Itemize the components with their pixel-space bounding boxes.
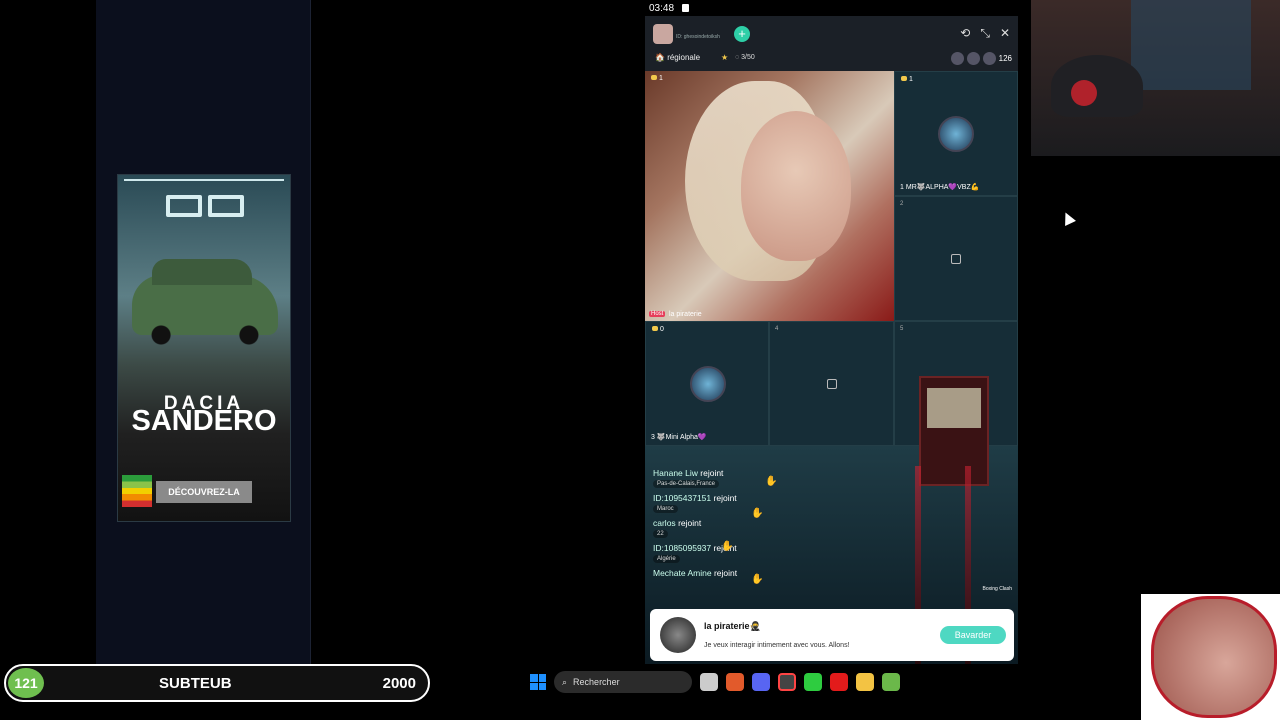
seat-tile-3[interactable]: 0 3 🐺Mini Alpha💜 xyxy=(645,321,769,446)
ad-model: SANDERO xyxy=(131,405,277,437)
chat-location: Algérie xyxy=(653,555,680,563)
seat-number: 4 xyxy=(775,326,779,332)
host-avatar[interactable] xyxy=(653,24,673,44)
streamer-cap xyxy=(1051,55,1143,117)
chat-action: rejoint xyxy=(713,568,738,578)
mouse-cursor-icon xyxy=(1060,210,1076,226)
window-background xyxy=(1131,0,1251,90)
obs-icon[interactable] xyxy=(778,673,796,691)
chat-message: Hanane Liw rejoint Pas-de-Calais,France xyxy=(653,468,873,488)
star-icon: ★ xyxy=(721,53,729,62)
ad-cta-button[interactable]: DÉCOUVREZ-LA xyxy=(156,481,252,503)
tram-image xyxy=(919,376,989,486)
host-video-tile[interactable]: 1 Host la piraterie xyxy=(645,71,894,321)
card-avatar[interactable] xyxy=(660,617,696,653)
chat-button[interactable]: Bavarder xyxy=(940,626,1006,644)
chat-age: 22 xyxy=(653,530,668,538)
minimize-icon[interactable]: ⤡ xyxy=(980,26,990,41)
task-view-icon[interactable] xyxy=(700,673,718,691)
score-bar: 121 SUBTEUB 2000 xyxy=(4,664,430,702)
taskbar-search[interactable]: ⌕ Rechercher xyxy=(554,671,692,693)
viewer-avatar xyxy=(950,52,964,65)
chat-location: Maroc xyxy=(653,505,678,513)
close-icon[interactable]: ✕ xyxy=(1000,26,1010,41)
guest-face xyxy=(1151,596,1277,718)
viewer-count: 126 xyxy=(998,54,1012,63)
guest-webcam xyxy=(1141,594,1280,720)
host-badge: Host xyxy=(649,311,666,317)
search-placeholder: Rechercher xyxy=(573,677,620,687)
host-name: la piraterie xyxy=(669,311,702,318)
file-explorer-icon[interactable] xyxy=(856,673,874,691)
status-bar: 03:48 xyxy=(645,0,1025,16)
discord-icon[interactable] xyxy=(752,673,770,691)
car-image xyxy=(132,259,278,345)
green-app-icon[interactable] xyxy=(804,673,822,691)
chat-user[interactable]: Mechate Amine xyxy=(653,568,712,578)
lock-icon xyxy=(826,378,837,389)
seat-tile-2[interactable]: 2 xyxy=(894,196,1018,321)
room-header: ID: ghesoindetoiksh + ⟲ ⤡ ✕ 🏠 régionale … xyxy=(645,16,1018,71)
notification-icon xyxy=(682,4,690,12)
status-time: 03:48 xyxy=(649,2,675,14)
seat-count: ◌ 3/50 xyxy=(735,54,755,61)
viewer-list[interactable]: 126 xyxy=(950,52,1012,65)
seat-number: 5 xyxy=(900,326,904,332)
taskbar: ⌕ Rechercher xyxy=(530,668,950,696)
game-shortcut[interactable]: Boxing Clash xyxy=(983,586,1012,592)
chat-location: Pas-de-Calais,France xyxy=(653,480,720,488)
region-tag[interactable]: 🏠 régionale xyxy=(655,53,700,62)
chat-user[interactable]: carlos xyxy=(653,518,676,528)
host-coins: 1 xyxy=(651,75,663,82)
host-id: ID: ghesoindetoiksh xyxy=(676,34,720,40)
energy-label-icon xyxy=(122,475,152,507)
score-value: 2000 xyxy=(382,674,416,692)
seat-coins: 0 xyxy=(652,326,664,333)
card-user-name: la piraterie🥷 xyxy=(704,621,761,631)
user-avatar[interactable] xyxy=(690,366,726,402)
share-icon[interactable]: ⟲ xyxy=(960,26,970,41)
chat-action: rejoint xyxy=(678,518,702,528)
seat-user-name: 1 MR🐺ALPHA💜VBZ💪 xyxy=(900,184,980,191)
brave-browser-icon[interactable] xyxy=(726,673,744,691)
card-message: Je veux interagir intimement avec vous. … xyxy=(704,642,850,649)
streamer-webcam xyxy=(1031,0,1280,156)
chat-user[interactable]: ID:1085095937 xyxy=(653,543,711,553)
windows-start-icon[interactable] xyxy=(530,674,546,690)
follow-button[interactable]: + xyxy=(734,26,750,42)
chat-user[interactable]: Hanane Liw xyxy=(653,468,698,478)
brand-logo xyxy=(163,195,247,219)
advertisement[interactable]: DACIA SANDERO DÉCOUVREZ-LA xyxy=(117,174,291,522)
score-label: SUBTEUB xyxy=(159,674,232,692)
chat-action: rejoint xyxy=(713,493,737,503)
emulator-icon[interactable] xyxy=(882,673,900,691)
chat-feed: Hanane Liw rejoint Pas-de-Calais,France … xyxy=(653,468,873,583)
search-icon: ⌕ xyxy=(562,676,568,687)
cap-logo xyxy=(1071,80,1097,106)
youtube-icon[interactable] xyxy=(830,673,848,691)
wave-icon[interactable]: ✋ xyxy=(751,574,763,585)
chat-message: ID:1085095937 rejoint Algérie xyxy=(653,543,873,563)
viewer-avatar xyxy=(982,52,996,65)
user-avatar[interactable] xyxy=(938,116,974,152)
wave-icon[interactable]: ✋ xyxy=(765,476,777,487)
live-room: ID: ghesoindetoiksh + ⟲ ⤡ ✕ 🏠 régionale … xyxy=(645,16,1018,664)
header-actions: ⟲ ⤡ ✕ xyxy=(960,26,1010,41)
lock-icon xyxy=(951,253,961,264)
seat-tile-1[interactable]: 1 1 MR🐺ALPHA💜VBZ💪 xyxy=(894,71,1018,196)
seat-tile-4[interactable]: 4 xyxy=(769,321,894,446)
seat-number: 2 xyxy=(900,201,904,207)
chat-button-label: Bavarder xyxy=(954,630,992,640)
chat-message: carlos rejoint 22 xyxy=(653,518,873,538)
seat-user-name: 3 🐺Mini Alpha💜 xyxy=(651,434,707,441)
invite-card: la piraterie🥷 Je veux interagir intimeme… xyxy=(650,609,1014,661)
wave-icon[interactable]: ✋ xyxy=(721,541,733,552)
wave-icon[interactable]: ✋ xyxy=(751,508,763,519)
chat-user[interactable]: ID:1095437151 xyxy=(653,493,711,503)
host-face xyxy=(741,111,851,261)
ad-progress-bar xyxy=(124,179,284,181)
seat-coins: 1 xyxy=(901,76,913,83)
viewer-avatar xyxy=(966,52,980,65)
chat-action: rejoint xyxy=(700,468,724,478)
